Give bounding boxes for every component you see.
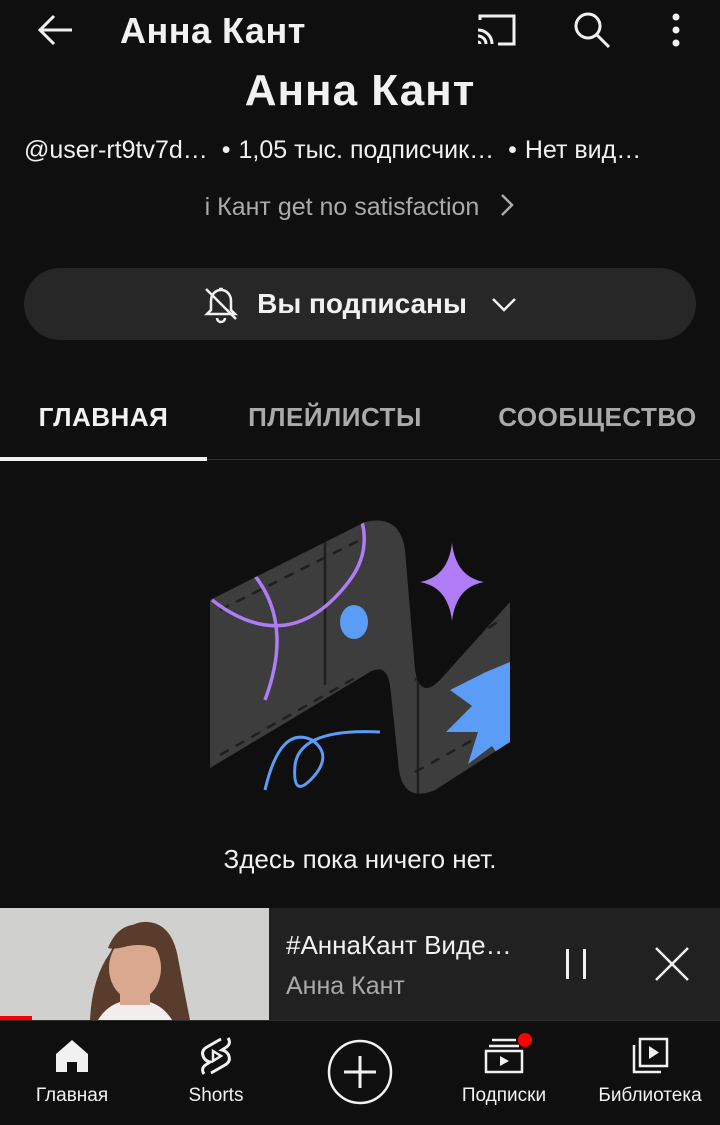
tab-home[interactable]: ГЛАВНАЯ bbox=[0, 374, 207, 461]
shorts-icon bbox=[192, 1035, 240, 1077]
subscribed-label: Вы подписаны bbox=[257, 288, 467, 319]
empty-state-illustration bbox=[200, 510, 520, 810]
bell-off-icon bbox=[201, 284, 241, 324]
channel-handle: @user-rt9tv7d… bbox=[24, 136, 208, 164]
subscriptions-icon bbox=[480, 1033, 532, 1077]
miniplayer-channel: Анна Кант bbox=[286, 972, 405, 1000]
back-arrow-icon[interactable] bbox=[28, 6, 84, 54]
channel-description[interactable]: i Кант get no satisfaction bbox=[0, 192, 720, 225]
nav-item-create[interactable] bbox=[322, 1021, 398, 1125]
empty-state-message: Здесь пока ничего нет. bbox=[223, 844, 497, 874]
create-plus-icon bbox=[327, 1039, 393, 1105]
app-bar-title: Анна Кант bbox=[120, 10, 306, 51]
channel-meta: @user-rt9tv7d… • 1,05 тыс. подписчик… • Нет … bbox=[24, 136, 704, 168]
channel-name: Анна Кант bbox=[244, 66, 476, 115]
nav-item-shorts[interactable]: Shorts bbox=[166, 1021, 266, 1125]
top-app-bar: Анна Кант bbox=[0, 0, 720, 60]
nav-item-home[interactable]: Главная bbox=[22, 1021, 122, 1125]
channel-description-text: i Кант get no satisfaction bbox=[204, 193, 480, 222]
bottom-navigation: Главная Shorts Подписки Библиотека bbox=[0, 1020, 720, 1125]
subscriber-count: 1,05 тыс. подписчик… bbox=[238, 136, 495, 164]
nav-label-home: Главная bbox=[35, 1085, 109, 1106]
miniplayer[interactable]: #АннаКант Виде… Анна Кант bbox=[0, 908, 720, 1020]
chevron-down-icon bbox=[489, 289, 519, 319]
nav-item-library[interactable]: Библиотека bbox=[586, 1021, 714, 1125]
notification-badge bbox=[518, 1033, 532, 1047]
home-icon bbox=[48, 1035, 96, 1077]
meta-separator: • bbox=[221, 136, 231, 164]
subscribed-button[interactable]: Вы подписаны bbox=[24, 268, 696, 340]
nav-label-subscriptions: Подписки bbox=[461, 1085, 547, 1106]
miniplayer-thumbnail[interactable] bbox=[0, 908, 269, 1020]
cast-icon[interactable] bbox=[468, 6, 524, 54]
miniplayer-title[interactable]: #АннаКант Виде… bbox=[286, 930, 526, 961]
meta-separator: • bbox=[508, 136, 517, 164]
search-icon[interactable] bbox=[564, 6, 620, 54]
nav-label-shorts: Shorts bbox=[188, 1085, 244, 1106]
more-vert-icon[interactable] bbox=[650, 6, 702, 54]
channel-tabs: ГЛАВНАЯ ПЛЕЙЛИСТЫ СООБЩЕСТВО bbox=[0, 374, 720, 461]
nav-item-subscriptions[interactable]: Подписки bbox=[448, 1021, 560, 1125]
library-icon bbox=[626, 1035, 674, 1077]
chevron-right-icon bbox=[499, 192, 515, 225]
pause-icon[interactable] bbox=[548, 938, 604, 990]
close-icon[interactable] bbox=[644, 938, 700, 990]
video-count: Нет вид… bbox=[524, 136, 642, 164]
tab-playlists[interactable]: ПЛЕЙЛИСТЫ bbox=[230, 374, 440, 460]
tab-community[interactable]: СООБЩЕСТВО bbox=[490, 374, 705, 460]
nav-label-library: Библиотека bbox=[598, 1085, 702, 1106]
